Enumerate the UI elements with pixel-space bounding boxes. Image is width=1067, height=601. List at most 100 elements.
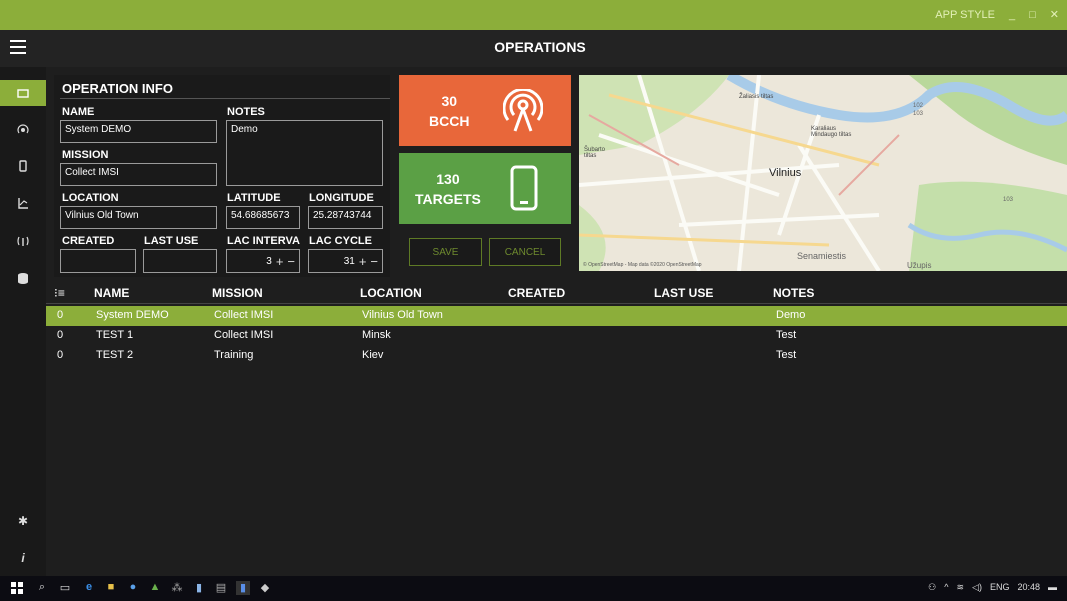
- file-explorer-icon[interactable]: ■: [104, 581, 118, 595]
- increment-button[interactable]: +: [359, 254, 367, 269]
- last-use-field[interactable]: [143, 249, 217, 273]
- mission-field[interactable]: Collect IMSI: [60, 163, 217, 186]
- location-label: LOCATION: [62, 192, 119, 204]
- system-tray: ⚇ ^ ≋ ◁) ENG 20:48 ▬: [928, 582, 1057, 593]
- location-field[interactable]: Vilnius Old Town: [60, 206, 217, 229]
- sidebar-item-antenna[interactable]: [0, 117, 46, 143]
- page-title: OPERATIONS: [494, 39, 586, 55]
- sidebar-item-database[interactable]: [0, 265, 46, 291]
- row-id: 0: [57, 349, 64, 361]
- increment-button[interactable]: +: [276, 254, 284, 269]
- bcch-count: 30: [441, 92, 458, 109]
- cancel-button[interactable]: CANCEL: [489, 238, 561, 266]
- sidebar-item-info[interactable]: i: [0, 545, 46, 571]
- row-mission: Training: [214, 349, 254, 361]
- chevron-up-icon[interactable]: ^: [944, 582, 948, 593]
- map-label: Žaliasis tiltas: [739, 94, 774, 100]
- targets-label: TARGETS: [415, 190, 481, 207]
- operations-icon: [17, 89, 29, 98]
- phone-icon: [19, 160, 27, 172]
- signal-icon: [17, 236, 29, 246]
- save-button[interactable]: SAVE: [409, 238, 482, 266]
- close-button[interactable]: ✕: [1050, 8, 1059, 21]
- language-indicator[interactable]: ENG: [990, 582, 1010, 593]
- column-header-mission[interactable]: MISSION: [212, 286, 263, 300]
- map-label: Karaliaus Mindaugo tiltas: [811, 126, 852, 138]
- sort-icon[interactable]: ⁝≡: [54, 286, 65, 300]
- phone-icon: [510, 165, 538, 211]
- targets-count: 130: [436, 170, 460, 187]
- row-name: TEST 1: [96, 329, 134, 341]
- lac-interval-stepper[interactable]: 3 + −: [226, 249, 300, 273]
- column-header-last-use[interactable]: LAST USE: [654, 286, 713, 300]
- bcch-label: BCCH: [429, 112, 470, 129]
- operation-info-title: OPERATION INFO: [62, 81, 173, 96]
- longitude-field[interactable]: 25.28743744: [308, 206, 383, 229]
- row-id: 0: [57, 329, 64, 341]
- app-icon[interactable]: ⁂: [170, 581, 184, 595]
- column-header-created[interactable]: CREATED: [508, 286, 565, 300]
- column-header-location[interactable]: LOCATION: [360, 286, 422, 300]
- created-label: CREATED: [62, 235, 115, 247]
- sidebar-item-operations[interactable]: [0, 80, 46, 106]
- row-location: Minsk: [362, 329, 391, 341]
- map-label: 103: [913, 111, 924, 117]
- divider: [60, 98, 390, 99]
- lac-interval-label: LAC INTERVA: [227, 235, 300, 247]
- sidebar-item-signal[interactable]: [0, 228, 46, 254]
- row-mission: Collect IMSI: [214, 309, 274, 321]
- targets-tile[interactable]: 130 TARGETS: [399, 153, 571, 224]
- decrement-button[interactable]: −: [370, 254, 378, 269]
- notifications-icon[interactable]: ▬: [1048, 582, 1057, 593]
- column-header-name[interactable]: NAME: [94, 286, 129, 300]
- decrement-button[interactable]: −: [287, 254, 295, 269]
- sidebar-item-phone[interactable]: [0, 153, 46, 179]
- notes-label: NOTES: [227, 106, 265, 118]
- edge-icon[interactable]: e: [82, 581, 96, 595]
- lac-interval-value: 3: [266, 255, 272, 267]
- name-field[interactable]: System DEMO: [60, 120, 217, 143]
- task-view-icon[interactable]: ▭: [58, 581, 72, 595]
- window-titlebar: APP STYLE _ □ ✕: [0, 0, 1067, 30]
- volume-icon[interactable]: ◁): [972, 582, 982, 593]
- app-icon[interactable]: ▤: [214, 581, 228, 595]
- app-icon[interactable]: ▲: [148, 581, 162, 595]
- last-use-label: LAST USE: [144, 235, 199, 247]
- latitude-field[interactable]: 54.68685673: [226, 206, 300, 229]
- row-mission: Collect IMSI: [214, 329, 274, 341]
- map-attribution: © OpenStreetMap - Map data ©2020 OpenStr…: [583, 262, 702, 268]
- lac-cycle-label: LAC CYCLE: [309, 235, 372, 247]
- active-app-icon[interactable]: ▮: [236, 581, 250, 595]
- notes-field[interactable]: Demo: [226, 120, 383, 186]
- windows-taskbar: ⌕ ▭ e ■ ● ▲ ⁂ ▮ ▤ ▮ ◆ ⚇ ^ ≋ ◁) ENG 20:48…: [0, 576, 1067, 601]
- antenna-icon: [17, 124, 29, 134]
- bcch-tile[interactable]: 30 BCCH: [399, 75, 571, 146]
- clock[interactable]: 20:48: [1017, 582, 1040, 593]
- network-icon[interactable]: ≋: [956, 582, 964, 593]
- longitude-label: LONGITUDE: [309, 192, 374, 204]
- search-icon[interactable]: ⌕: [35, 581, 49, 595]
- sidebar-item-settings[interactable]: ✱: [0, 508, 46, 534]
- latitude-label: LATITUDE: [227, 192, 281, 204]
- row-location: Kiev: [362, 349, 384, 361]
- windows-start-icon[interactable]: [10, 581, 24, 595]
- lac-cycle-stepper[interactable]: 31 + −: [308, 249, 383, 273]
- sidebar: [0, 67, 46, 576]
- table-row[interactable]: 0 TEST 2 Training Kiev Test: [46, 346, 1067, 366]
- antenna-icon: [503, 89, 543, 132]
- app-icon[interactable]: ◆: [258, 581, 272, 595]
- map-label: 103: [1003, 197, 1014, 203]
- app-icon[interactable]: ▮: [192, 581, 206, 595]
- table-row[interactable]: 0 System DEMO Collect IMSI Vilnius Old T…: [46, 306, 1067, 326]
- sidebar-item-chart[interactable]: [0, 190, 46, 216]
- table-row[interactable]: 0 TEST 1 Collect IMSI Minsk Test: [46, 326, 1067, 346]
- people-icon[interactable]: ⚇: [928, 582, 936, 593]
- map-view[interactable]: Žaliasis tiltas Karaliaus Mindaugo tilta…: [579, 75, 1067, 271]
- app-style-button[interactable]: APP STYLE: [935, 9, 995, 21]
- maximize-button[interactable]: □: [1029, 9, 1036, 21]
- created-field[interactable]: [60, 249, 136, 273]
- minimize-button[interactable]: _: [1009, 9, 1015, 21]
- column-header-notes[interactable]: NOTES: [773, 286, 814, 300]
- map-label: Senamiestis: [797, 251, 847, 261]
- app-icon[interactable]: ●: [126, 581, 140, 595]
